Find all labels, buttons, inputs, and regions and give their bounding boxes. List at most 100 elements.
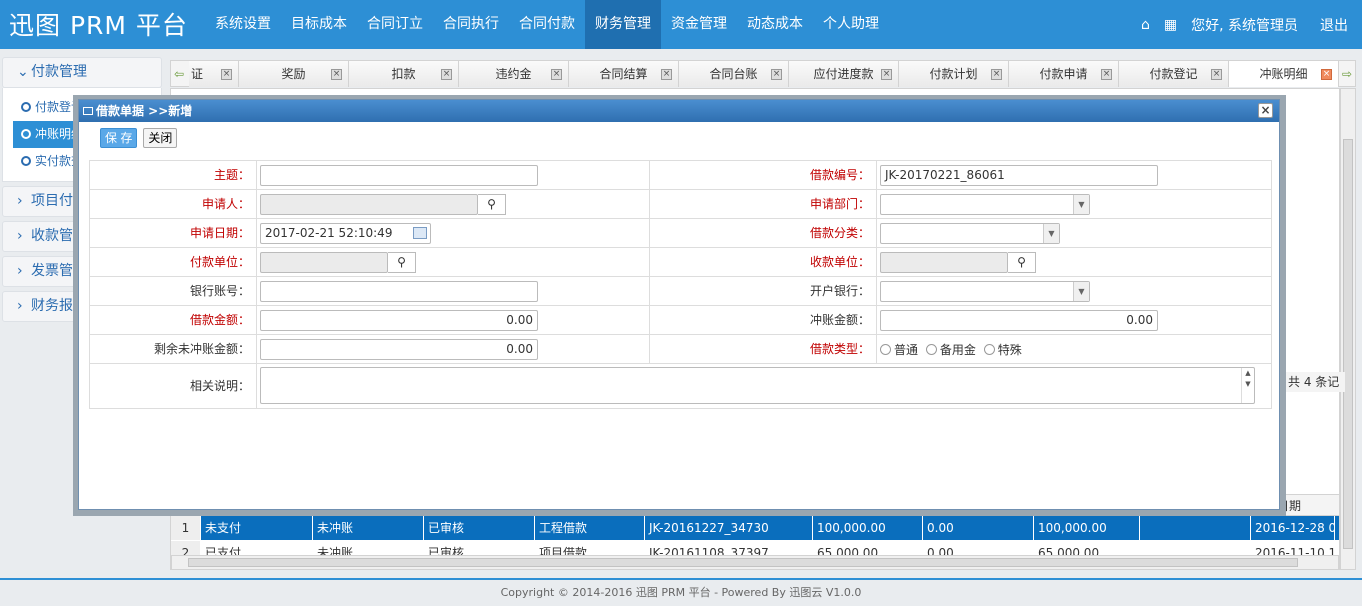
scroll-thumb[interactable] <box>1343 139 1353 549</box>
close-icon[interactable]: × <box>441 69 452 80</box>
logout-link[interactable]: 退出 <box>1320 15 1348 35</box>
footer-copyright: Copyright © 2014-2016 迅图 PRM 平台 - Powere… <box>500 586 862 599</box>
close-icon[interactable]: × <box>1258 103 1273 118</box>
dept-select[interactable]: ▼ <box>880 194 1090 215</box>
tab-item[interactable]: 合同台账 × <box>679 61 789 87</box>
horizontal-scrollbar[interactable] <box>171 555 1339 570</box>
chevron-right-icon: › <box>17 193 23 209</box>
type-label: 借款类型： <box>650 335 877 363</box>
tab-item[interactable]: 付款登记 × <box>1119 61 1229 87</box>
sidebar-group-payment[interactable]: ⌄ 付款管理 <box>2 57 162 88</box>
close-button[interactable]: 关闭 <box>143 128 178 148</box>
search-icon[interactable]: ⚲ <box>1008 252 1036 273</box>
remain-label: 剩余未冲账金额： <box>90 335 257 363</box>
applicant-label: 申请人： <box>90 190 257 218</box>
close-icon[interactable]: × <box>331 69 342 80</box>
close-icon[interactable]: × <box>221 69 232 80</box>
arrow-left-icon[interactable]: ⇦ <box>171 63 187 85</box>
radio-circle-icon <box>925 344 937 355</box>
close-icon[interactable]: × <box>991 69 1002 80</box>
arrow-right-icon[interactable]: ⇨ <box>1339 63 1355 85</box>
nav-contract-exec[interactable]: 合同执行 <box>433 0 509 49</box>
close-icon[interactable]: × <box>1321 69 1332 80</box>
radio-special[interactable]: 特殊 <box>983 343 1022 357</box>
tab-item[interactable]: 合同结算 × <box>569 61 679 87</box>
nav-target-cost[interactable]: 目标成本 <box>281 0 357 49</box>
date-input[interactable]: 2017-02-21 52:10:49 <box>260 223 431 244</box>
close-icon[interactable]: × <box>551 69 562 80</box>
home-icon[interactable]: ⌂ <box>1141 17 1150 33</box>
nav-contract-sign[interactable]: 合同订立 <box>357 0 433 49</box>
close-icon[interactable]: × <box>661 69 672 80</box>
nav-finance[interactable]: 财务管理 <box>585 0 661 49</box>
chevron-down-icon[interactable]: ▼ <box>1073 282 1089 301</box>
dialog-toolbar: 保 存 关闭 <box>79 122 1279 152</box>
close-icon[interactable]: × <box>1101 69 1112 80</box>
chevron-down-icon[interactable]: ▼ <box>1043 224 1059 243</box>
form-row: 申请人： ⚲ 申请部门： ▼ <box>90 190 1271 219</box>
close-icon[interactable]: × <box>1211 69 1222 80</box>
radio-normal[interactable]: 普通 <box>880 343 918 357</box>
top-bar: 迅图 PRM 平台 系统设置 目标成本 合同订立 合同执行 合同付款 财务管理 … <box>0 0 1362 49</box>
nav-system-settings[interactable]: 系统设置 <box>205 0 281 49</box>
tab-item[interactable]: 奖励 × <box>239 61 349 87</box>
account-input[interactable] <box>260 281 538 302</box>
remain-input[interactable]: 0.00 <box>260 339 538 360</box>
close-icon[interactable]: × <box>771 69 782 80</box>
applicant-input[interactable] <box>260 194 478 215</box>
tabs: 证 × 奖励 × 扣款 × 违约金 × 合同结算 × 合同台账 × 应付进度款 × 付款计划 ×… <box>189 61 1339 87</box>
search-icon[interactable]: ⚲ <box>388 252 416 273</box>
scroll-thumb[interactable] <box>188 558 1298 567</box>
note-textarea[interactable]: ▲ ▼ <box>260 367 1255 404</box>
circle-arrow-icon <box>21 156 31 166</box>
bank-select[interactable]: ▼ <box>880 281 1090 302</box>
chevron-down-icon[interactable]: ▼ <box>1073 195 1089 214</box>
form-row: 申请日期： 2017-02-21 52:10:49 借款分类： ▼ <box>90 219 1271 248</box>
chevron-right-icon: › <box>17 263 23 279</box>
chevron-right-icon: › <box>17 228 23 244</box>
circle-arrow-icon <box>21 129 31 139</box>
save-button[interactable]: 保 存 <box>100 128 138 148</box>
vertical-scrollbar[interactable] <box>1340 88 1356 570</box>
brand-logo[interactable]: 迅图 PRM 平台 <box>9 6 188 42</box>
bank-label: 开户银行： <box>650 277 877 305</box>
account-label: 银行账号： <box>90 277 257 305</box>
search-icon[interactable]: ⚲ <box>478 194 506 215</box>
subject-input[interactable] <box>260 165 538 186</box>
radio-reserve[interactable]: 备用金 <box>925 343 976 357</box>
tab-item[interactable]: 应付进度款 × <box>789 61 899 87</box>
calendar-icon[interactable] <box>413 227 427 239</box>
amount-input[interactable]: 0.00 <box>260 310 538 331</box>
loan-no-input[interactable]: JK-20170221_86061 <box>880 165 1158 186</box>
nav-personal[interactable]: 个人助理 <box>813 0 889 49</box>
footer-divider <box>0 578 1362 580</box>
textarea-scrollbar[interactable]: ▲ ▼ <box>1241 368 1254 403</box>
tab-item[interactable]: 证 × <box>189 61 239 87</box>
amount-label: 借款金额： <box>90 306 257 334</box>
table-row[interactable]: 2 已支付 未冲账 已审核 项目借款 JK-20161108_37397 65,… <box>171 541 1339 555</box>
offset-input[interactable]: 0.00 <box>880 310 1158 331</box>
tab-item[interactable]: 违约金 × <box>459 61 569 87</box>
tab-item[interactable]: 扣款 × <box>349 61 459 87</box>
radio-circle-icon <box>880 344 891 355</box>
nav-dynamic-cost[interactable]: 动态成本 <box>737 0 813 49</box>
payee-label: 收款单位： <box>650 248 877 276</box>
form-row: 借款金额： 0.00 冲账金额： 0.00 <box>90 306 1271 335</box>
close-icon[interactable]: × <box>881 69 892 80</box>
table-row[interactable]: 1 未支付 未冲账 已审核 工程借款 JK-20161227_34730 100… <box>171 516 1339 540</box>
date-label: 申请日期： <box>90 219 257 247</box>
grid-icon[interactable]: ▦ <box>1164 17 1177 33</box>
dialog-title-bar[interactable]: 借款单据 >>新增 × <box>79 100 1279 122</box>
dept-label: 申请部门： <box>650 190 877 218</box>
form-row: 主题： 借款编号： JK-20170221_86061 <box>90 161 1271 190</box>
tab-item[interactable]: 付款申请 × <box>1009 61 1119 87</box>
nav-contract-pay[interactable]: 合同付款 <box>509 0 585 49</box>
payer-input[interactable] <box>260 252 388 273</box>
category-select[interactable]: ▼ <box>880 223 1060 244</box>
payee-input[interactable] <box>880 252 1008 273</box>
tab-item[interactable]: 付款计划 × <box>899 61 1009 87</box>
tab-offset-detail[interactable]: 冲账明细 × <box>1229 61 1339 87</box>
user-greeting[interactable]: 您好, 系统管理员 <box>1191 15 1298 35</box>
nav-funds[interactable]: 资金管理 <box>661 0 737 49</box>
chevron-right-icon: › <box>17 298 23 314</box>
